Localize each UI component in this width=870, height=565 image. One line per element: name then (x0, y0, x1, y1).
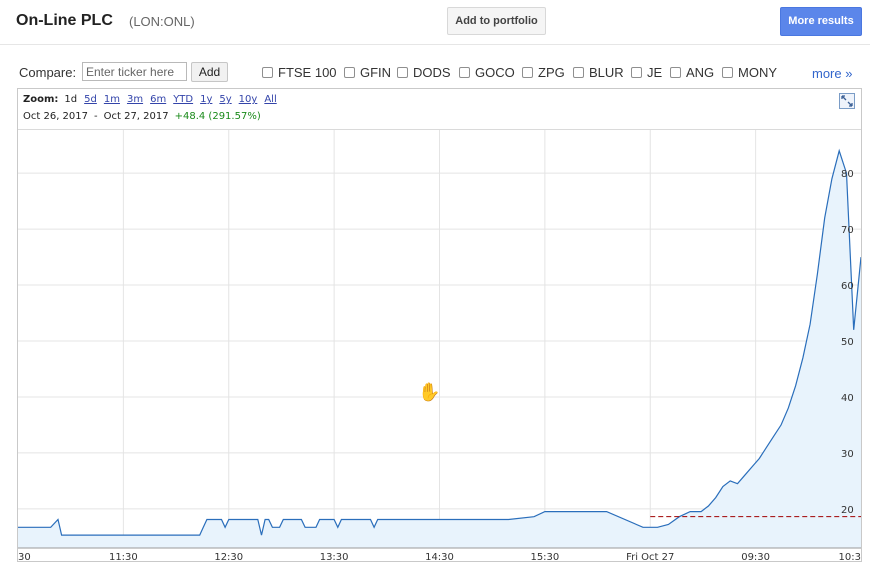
x-tick-label: Fri Oct 27 (626, 552, 674, 561)
y-tick-label: 80 (841, 169, 854, 180)
checkbox-icon[interactable] (631, 67, 642, 78)
compare-bar: Compare: Add FTSE 100 GFIN DODS GOCO ZPG… (0, 60, 870, 86)
zoom-option-1d[interactable]: 1d (64, 94, 77, 105)
checkbox-icon[interactable] (670, 67, 681, 78)
range-start-date: Oct 26, 2017 (23, 111, 88, 122)
zoom-option-5y[interactable]: 5y (219, 94, 231, 105)
zoom-option-1y[interactable]: 1y (200, 94, 212, 105)
compare-checkbox-dods[interactable]: DODS (397, 65, 451, 80)
checkbox-icon[interactable] (459, 67, 470, 78)
zoom-option-ytd[interactable]: YTD (173, 94, 193, 105)
zoom-option-3m[interactable]: 3m (127, 94, 143, 105)
compare-add-button[interactable]: Add (191, 62, 228, 82)
header-bar: On-Line PLC (LON:ONL) Add to portfolio M… (0, 0, 870, 45)
compare-checkbox-ftse100[interactable]: FTSE 100 (262, 65, 337, 80)
x-tick-label: 15:30 (530, 552, 559, 561)
compare-checkbox-blur[interactable]: BLUR (573, 65, 624, 80)
y-tick-label: 50 (841, 337, 854, 348)
range-end-date: Oct 27, 2017 (103, 111, 169, 122)
zoom-controls: Zoom: 1d 5d 1m 3m 6m YTD 1y 5y 10y All (23, 94, 284, 105)
y-tick-label: 30 (841, 449, 854, 460)
price-plot[interactable]: 20 30 40 50 60 70 80 30 11:30 12:30 13:30 14:30 15:3… (18, 130, 861, 561)
date-range: Oct 26, 2017 - Oct 27, 2017 +48.4 (291.5… (23, 111, 267, 122)
checkbox-icon[interactable] (522, 67, 533, 78)
zoom-option-5d[interactable]: 5d (84, 94, 97, 105)
zoom-label: Zoom: (23, 94, 59, 105)
expand-arrows-icon[interactable] (839, 93, 855, 109)
compare-checkbox-je[interactable]: JE (631, 65, 662, 80)
compare-label: Compare: (19, 65, 77, 80)
checkbox-icon[interactable] (573, 67, 584, 78)
zoom-option-1m[interactable]: 1m (104, 94, 120, 105)
checkbox-icon[interactable] (262, 67, 273, 78)
compare-checkbox-goco[interactable]: GOCO (459, 65, 515, 80)
x-tick-label: 11:30 (109, 552, 138, 561)
add-to-portfolio-button[interactable]: Add to portfolio (447, 7, 546, 35)
more-tickers-link[interactable]: more » (812, 66, 852, 81)
zoom-option-all[interactable]: All (264, 94, 276, 105)
price-change: +48.4 (291.57%) (174, 111, 261, 122)
compare-checkbox-zpg[interactable]: ZPG (522, 65, 565, 80)
y-tick-label: 20 (841, 505, 854, 516)
ticker-symbol: (LON:ONL) (129, 14, 195, 29)
stock-chart: Zoom: 1d 5d 1m 3m 6m YTD 1y 5y 10y All O… (17, 88, 862, 562)
y-tick-label: 60 (841, 281, 854, 292)
checkbox-icon[interactable] (722, 67, 733, 78)
zoom-option-6m[interactable]: 6m (150, 94, 166, 105)
zoom-option-10y[interactable]: 10y (239, 94, 258, 105)
company-name: On-Line PLC (16, 12, 113, 29)
checkbox-icon[interactable] (344, 67, 355, 78)
x-tick-label: 12:30 (214, 552, 243, 561)
y-tick-label: 70 (841, 225, 854, 236)
x-tick-label: 09:30 (741, 552, 770, 561)
hand-cursor-icon: ✋ (418, 382, 441, 402)
range-separator: - (94, 111, 98, 122)
checkbox-icon[interactable] (397, 67, 408, 78)
more-results-button[interactable]: More results (780, 7, 862, 36)
x-tick-label: 10:3 (839, 552, 861, 561)
compare-ticker-input[interactable] (82, 62, 187, 81)
x-tick-label: 30 (18, 552, 31, 561)
compare-checkbox-gfin[interactable]: GFIN (344, 65, 391, 80)
y-tick-label: 40 (841, 393, 854, 404)
x-tick-label: 14:30 (425, 552, 454, 561)
compare-checkbox-ang[interactable]: ANG (670, 65, 714, 80)
compare-checkbox-mony[interactable]: MONY (722, 65, 777, 80)
x-tick-label: 13:30 (320, 552, 349, 561)
